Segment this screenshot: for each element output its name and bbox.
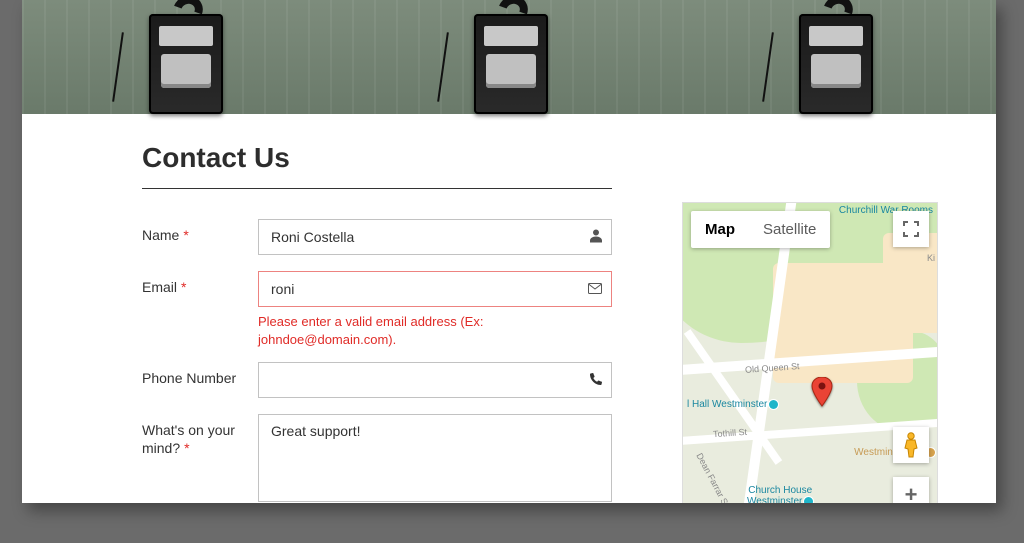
map-poi-hall-westminster: l Hall Westminster [687, 399, 778, 410]
page-title: Contact Us [142, 142, 612, 174]
email-input[interactable] [258, 271, 612, 307]
payphone-graphic [779, 0, 889, 114]
window-frame: Contact Us Name* Email* [0, 0, 1024, 543]
email-error-message: Please enter a valid email address (Ex: … [258, 313, 598, 348]
fullscreen-icon [903, 221, 919, 237]
map-fullscreen-button[interactable] [893, 211, 929, 247]
plus-icon: + [905, 482, 918, 503]
payphone-graphic [129, 0, 239, 114]
map-zoom-in-button[interactable]: + [893, 477, 929, 503]
map-tab-satellite[interactable]: Satellite [749, 211, 830, 248]
map-pin-icon [811, 377, 833, 399]
map-street-dean-farrar: Dean Farrar St [694, 451, 731, 503]
contact-form: Contact Us Name* Email* [142, 142, 612, 503]
pegman-icon [902, 432, 920, 458]
map-type-switcher: Map Satellite [691, 211, 830, 248]
map-poi-church-house: Church HouseWestminster [747, 485, 813, 503]
email-label: Email* [142, 271, 258, 297]
page: Contact Us Name* Email* [22, 0, 996, 503]
comment-label: What's on your mind?* [142, 414, 258, 457]
map-tab-map[interactable]: Map [691, 211, 749, 248]
location-map[interactable]: Churchill War Rooms Ki Old Queen St l Ha… [682, 202, 938, 503]
hero-banner [22, 0, 996, 114]
map-pegman-button[interactable] [893, 427, 929, 463]
phone-input[interactable] [258, 362, 612, 398]
payphone-graphic [454, 0, 564, 114]
phone-label: Phone Number [142, 362, 258, 388]
name-label: Name* [142, 219, 258, 245]
map-street-ki: Ki [927, 253, 935, 263]
comment-textarea[interactable] [258, 414, 612, 502]
name-input[interactable] [258, 219, 612, 255]
title-divider [142, 188, 612, 189]
